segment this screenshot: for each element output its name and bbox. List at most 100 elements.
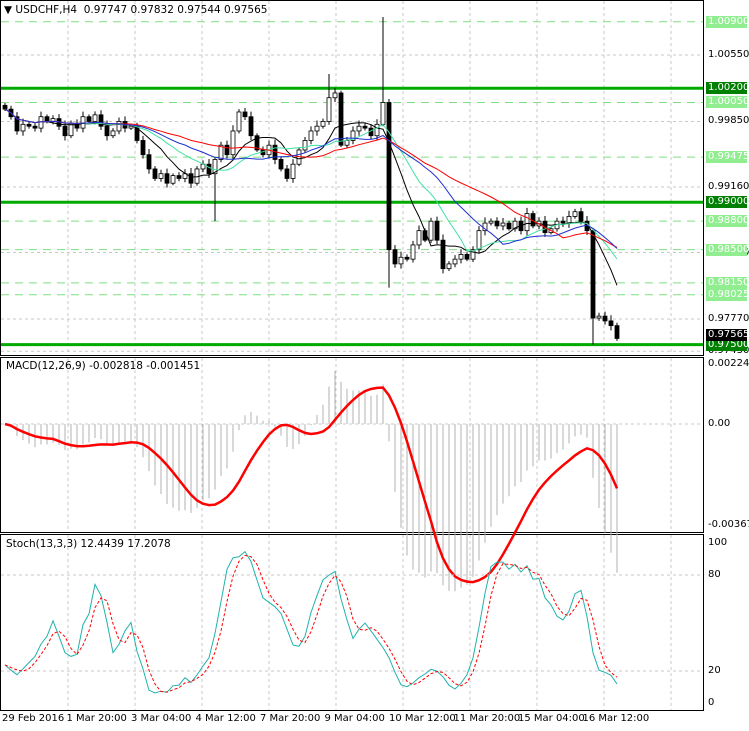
trading-chart-window: ▼ USDCHF,H4 0.97747 0.97832 0.97544 0.97… bbox=[0, 0, 749, 731]
stoch-tick-label: 100 bbox=[708, 537, 728, 548]
candle-body bbox=[398, 256, 404, 265]
candle-body bbox=[44, 116, 50, 122]
close-value: 0.97565 bbox=[224, 4, 268, 16]
dashed-level-label: 1.00900 bbox=[706, 15, 749, 28]
time-axis-label: 9 Mar 04:00 bbox=[324, 713, 385, 724]
candle-body bbox=[236, 111, 242, 132]
stoch-panel bbox=[0, 534, 704, 711]
time-axis-label: 10 Mar 12:00 bbox=[389, 713, 456, 724]
time-axis-label: 11 Mar 20:00 bbox=[453, 713, 521, 724]
candle-body bbox=[38, 116, 44, 129]
candle-body bbox=[158, 173, 164, 179]
price-tick-label: 0.97770 bbox=[708, 312, 749, 324]
candle-body bbox=[248, 116, 254, 137]
candle-body bbox=[230, 130, 236, 156]
candle-body bbox=[434, 220, 440, 241]
candle-body bbox=[146, 154, 152, 170]
stoch-tick-label: 20 bbox=[708, 665, 721, 676]
candle-body bbox=[152, 168, 158, 179]
candle-body bbox=[476, 230, 482, 251]
candles bbox=[2, 17, 620, 345]
time-axis-label: 4 Mar 12:00 bbox=[195, 713, 256, 724]
candle-body bbox=[110, 130, 116, 137]
price-tick-label: 0.99850 bbox=[708, 115, 749, 127]
candle-body bbox=[92, 114, 98, 122]
candle-body bbox=[356, 125, 362, 132]
candle-body bbox=[386, 102, 392, 251]
candle-body bbox=[524, 213, 530, 232]
candle-body bbox=[608, 320, 614, 327]
dashed-level-label: 0.99475 bbox=[706, 151, 749, 164]
stoch-title: Stoch(13,3,3) 12.4439 17.2078 bbox=[6, 538, 171, 550]
candle-body bbox=[32, 125, 38, 129]
time-axis-label: 1 Mar 20:00 bbox=[66, 713, 127, 724]
candle-body bbox=[284, 168, 290, 179]
candle-body bbox=[614, 325, 620, 339]
candle-body bbox=[344, 140, 350, 146]
candle-body bbox=[566, 216, 572, 224]
macd-tick-label: -0.003677 bbox=[708, 519, 749, 530]
candle-body bbox=[602, 315, 608, 322]
low-value: 0.97544 bbox=[177, 4, 221, 16]
candle-body bbox=[320, 121, 326, 127]
candle-body bbox=[596, 315, 602, 319]
stoch-signal-line bbox=[4, 554, 618, 693]
candle-body bbox=[314, 125, 320, 132]
candle-body bbox=[452, 258, 458, 265]
candle-body bbox=[488, 220, 494, 224]
time-axis-label: 3 Mar 04:00 bbox=[131, 713, 192, 724]
candle-body bbox=[494, 220, 500, 227]
candle-body bbox=[590, 230, 596, 319]
chart-header: ▼ USDCHF,H4 0.97747 0.97832 0.97544 0.97… bbox=[4, 4, 267, 16]
price-tick-label: 0.99160 bbox=[708, 180, 749, 192]
dashed-level-label: 1.00050 bbox=[706, 96, 749, 109]
symbol-label: USDCHF,H4 bbox=[15, 4, 78, 16]
stoch-tick-label: 80 bbox=[708, 569, 721, 580]
candle-body bbox=[242, 111, 248, 118]
time-axis-label: 29 Feb 2016 bbox=[2, 713, 65, 724]
candle-body bbox=[86, 116, 92, 122]
dashed-level-label: 0.98025 bbox=[706, 288, 749, 301]
candle-body bbox=[428, 220, 434, 241]
candle-body bbox=[440, 239, 446, 270]
candle-body bbox=[446, 263, 452, 270]
candle-body bbox=[104, 125, 110, 137]
candle-body bbox=[416, 230, 422, 246]
candle-body bbox=[290, 163, 296, 179]
candle-body bbox=[362, 125, 368, 129]
candle-body bbox=[224, 144, 230, 156]
candle-body bbox=[380, 102, 386, 125]
candle-body bbox=[206, 163, 212, 175]
candle-body bbox=[2, 104, 8, 110]
candle-body bbox=[308, 130, 314, 141]
candle-body bbox=[170, 175, 176, 184]
candle-body bbox=[80, 116, 86, 129]
candle-body bbox=[404, 256, 410, 260]
candle-body bbox=[164, 173, 170, 184]
stoch-tick-label: 0 bbox=[708, 697, 715, 708]
candle-body bbox=[278, 159, 284, 170]
time-axis-label: 16 Mar 12:00 bbox=[582, 713, 650, 724]
candle-body bbox=[140, 140, 146, 156]
candle-body bbox=[188, 173, 194, 184]
candle-body bbox=[332, 92, 338, 99]
candle-body bbox=[326, 97, 332, 122]
dashed-level-label: 0.98500 bbox=[706, 243, 749, 256]
candle-body bbox=[572, 211, 578, 217]
candle-body bbox=[62, 125, 68, 137]
candle-body bbox=[374, 123, 380, 137]
macd-tick-label: 0.00224 bbox=[708, 358, 749, 369]
candle-body bbox=[392, 249, 398, 265]
collapse-triangle-icon[interactable]: ▼ bbox=[4, 4, 12, 16]
time-axis-label: 7 Mar 20:00 bbox=[260, 713, 321, 724]
candle-body bbox=[500, 222, 506, 227]
candle-body bbox=[116, 121, 122, 132]
candle-body bbox=[560, 220, 566, 224]
solid-level-label: 0.99000 bbox=[706, 196, 749, 209]
candle-body bbox=[458, 254, 464, 260]
time-axis-label: 15 Mar 04:00 bbox=[518, 713, 585, 724]
candle-body bbox=[338, 92, 344, 146]
candle-body bbox=[20, 123, 26, 132]
stoch-main-line bbox=[4, 550, 618, 694]
candle-body bbox=[578, 211, 584, 222]
